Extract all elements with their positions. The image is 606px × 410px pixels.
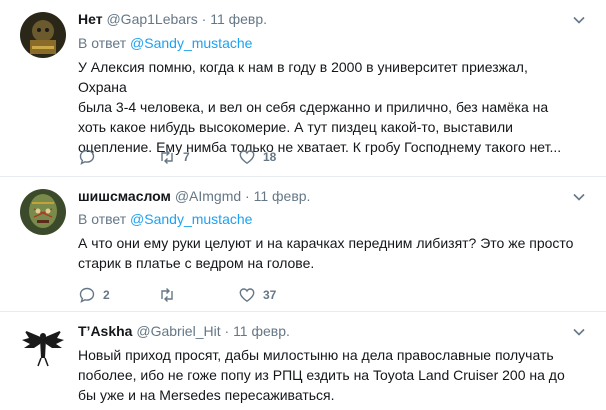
display-name[interactable]: шишсмаслом	[78, 188, 171, 204]
separator: ·	[245, 188, 250, 204]
tweet-text-line: бы уже и на Mersedes пересаживаться.	[78, 387, 335, 403]
chevron-down-icon[interactable]	[572, 190, 586, 204]
retweet-count: 7	[183, 150, 190, 164]
reply-mention-link[interactable]: @Sandy_mustache	[130, 35, 252, 51]
display-name[interactable]: Нет	[78, 11, 103, 27]
reply-context: В ответ @Sandy_mustache	[78, 210, 252, 228]
tweet[interactable]: шишсмаслом @AImgmd · 11 февр. В ответ @S…	[0, 177, 606, 312]
tweet-header: Нет @Gap1Lebars · 11 февр.	[78, 10, 267, 28]
tweet-text-line: старик в платье с ведром на голове.	[78, 255, 315, 271]
tweet-text-line: была 3-4 человека, и вел он себя сдержан…	[78, 99, 549, 115]
like-count: 37	[263, 288, 277, 302]
like-button[interactable]: 37	[238, 286, 276, 304]
tweet-date[interactable]: 11 февр.	[254, 188, 311, 204]
tweet-text-line: Новый приход просят, дабы милостыню на д…	[78, 347, 554, 363]
retweet-icon	[161, 150, 173, 164]
reply-button[interactable]	[78, 148, 96, 166]
user-handle[interactable]: @Gap1Lebars	[106, 11, 197, 27]
like-icon	[239, 288, 255, 303]
retweet-button[interactable]: 7	[158, 148, 190, 166]
tweet-text-line: оцепление. Ему нимба только не хватает. …	[78, 139, 562, 155]
reply-mention-link[interactable]: @Sandy_mustache	[130, 211, 252, 227]
avatar[interactable]	[20, 189, 66, 235]
retweet-button[interactable]	[158, 286, 176, 304]
reply-context: В ответ @Sandy_mustache	[78, 34, 252, 52]
tweet-header: шишсмаслом @AImgmd · 11 февр.	[78, 187, 310, 205]
separator: ·	[201, 11, 207, 27]
tweet-text-line: хоть какое нибудь высокомерие. А тут пиз…	[78, 119, 513, 135]
user-handle[interactable]: @Gabriel_Hit	[136, 323, 220, 339]
like-button[interactable]: 18	[238, 148, 276, 166]
chevron-down-icon[interactable]	[572, 13, 586, 27]
tweet-text: У Алексия помню, когда к нам в году в 20…	[78, 57, 578, 157]
reply-button[interactable]: 2	[78, 286, 110, 304]
reply-prefix: В ответ	[78, 211, 127, 227]
user-handle[interactable]: @AImgmd	[175, 188, 241, 204]
tweet-text-line: А что они ему руки целуют и на карачках …	[78, 235, 574, 251]
reply-count: 2	[103, 288, 110, 302]
tweet-text-line: У Алексия помню, когда к нам в году в 20…	[78, 59, 528, 95]
like-count: 18	[263, 150, 277, 164]
tweet-date[interactable]: 11 февр.	[210, 11, 267, 27]
chevron-down-icon[interactable]	[572, 325, 586, 339]
tweet-date[interactable]: 11 февр.	[233, 323, 290, 339]
tweet-header: T’Askha @Gabriel_Hit · 11 февр.	[78, 322, 290, 340]
separator: ·	[224, 323, 230, 339]
tweet-text: А что они ему руки целуют и на карачках …	[78, 233, 578, 273]
reply-icon	[79, 287, 95, 303]
avatar[interactable]	[20, 12, 66, 58]
tweet[interactable]: T’Askha @Gabriel_Hit · 11 февр. Новый пр…	[0, 312, 606, 410]
retweet-icon	[161, 288, 173, 302]
like-icon	[239, 150, 255, 165]
display-name[interactable]: T’Askha	[78, 323, 132, 339]
tweet-text: Новый приход просят, дабы милостыню на д…	[78, 345, 578, 405]
tweet-text-line: поболее, ибо не гоже попу из РПЦ ездить …	[78, 367, 565, 383]
reply-prefix: В ответ	[78, 35, 127, 51]
reply-icon	[79, 149, 95, 165]
avatar[interactable]	[20, 324, 66, 370]
tweet[interactable]: Нет @Gap1Lebars · 11 февр. В ответ @Sand…	[0, 0, 606, 177]
